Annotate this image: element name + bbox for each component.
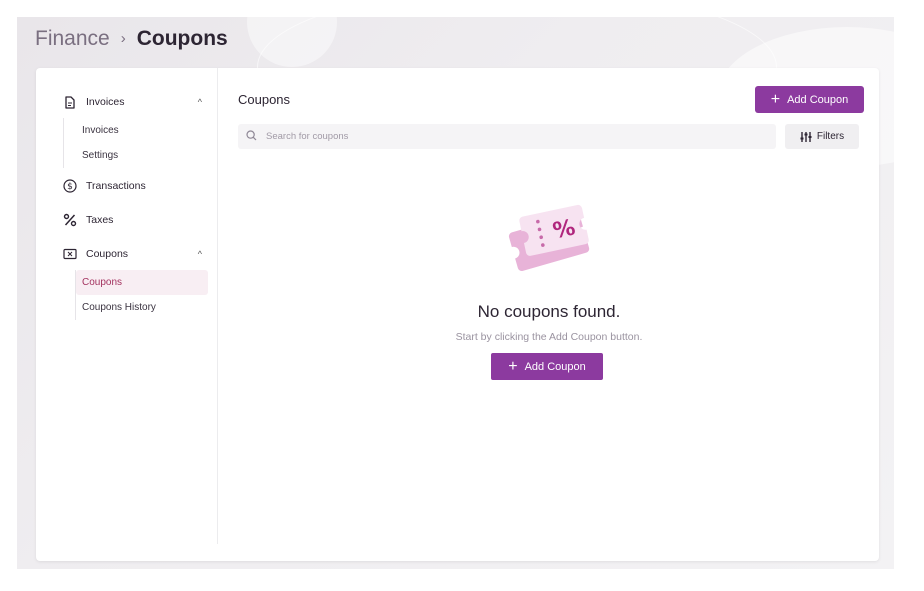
search-input[interactable] bbox=[266, 131, 746, 142]
breadcrumb-parent[interactable]: Finance bbox=[35, 27, 110, 51]
nav-group-invoices: Invoices ^ bbox=[62, 91, 208, 113]
dollar-circle-icon: $ bbox=[62, 178, 78, 194]
svg-text:$: $ bbox=[67, 182, 73, 192]
sidebar-subitem-coupons[interactable]: Coupons bbox=[76, 270, 208, 295]
plus-icon: + bbox=[770, 90, 781, 108]
chevron-up-icon[interactable]: ^ bbox=[198, 97, 202, 107]
section-title: Coupons bbox=[238, 92, 291, 107]
breadcrumb-separator: › bbox=[120, 29, 126, 47]
sidebar-subitem-coupons-history[interactable]: Coupons History bbox=[76, 295, 208, 320]
sidebar-subitem-settings[interactable]: Settings bbox=[64, 143, 206, 168]
sidebar-subitem-invoices[interactable]: Invoices bbox=[64, 118, 206, 143]
sidebar-item-invoices[interactable]: Invoices ^ bbox=[62, 91, 208, 113]
sidebar: Invoices ^ Invoices Settings $ Transacti… bbox=[36, 68, 218, 544]
search-bar[interactable] bbox=[238, 124, 776, 149]
sidebar-item-label: Taxes bbox=[86, 214, 114, 226]
nav-group-transactions: $ Transactions bbox=[62, 175, 208, 197]
sidebar-item-label: Transactions bbox=[86, 180, 146, 192]
breadcrumb: Finance › Coupons bbox=[35, 27, 228, 51]
search-icon bbox=[246, 128, 257, 146]
chevron-up-icon[interactable]: ^ bbox=[198, 249, 202, 259]
add-coupon-empty-button[interactable]: + Add Coupon bbox=[491, 353, 603, 380]
ticket-icon bbox=[62, 246, 78, 262]
add-coupon-button[interactable]: + Add Coupon bbox=[755, 86, 864, 113]
nav-group-taxes: Taxes bbox=[62, 209, 208, 231]
coupon-percent-illustration: % bbox=[504, 196, 596, 279]
empty-state-subtitle: Start by clicking the Add Coupon button. bbox=[455, 331, 643, 343]
page-title: Coupons bbox=[136, 27, 228, 50]
nav-group-coupons: Coupons ^ bbox=[62, 243, 208, 265]
sidebar-item-label: Coupons bbox=[86, 248, 129, 260]
plus-icon: + bbox=[508, 357, 518, 375]
coupons-card: Invoices ^ Invoices Settings $ Transacti… bbox=[36, 68, 879, 561]
filters-label: Filters bbox=[816, 131, 845, 142]
subnav-coupons: Coupons Coupons History bbox=[75, 270, 208, 320]
sidebar-item-taxes[interactable]: Taxes bbox=[62, 209, 208, 231]
percent-icon bbox=[62, 212, 78, 228]
sidebar-item-transactions[interactable]: $ Transactions bbox=[62, 175, 208, 197]
sidebar-item-coupons[interactable]: Coupons ^ bbox=[62, 243, 208, 265]
sidebar-item-label: Invoices bbox=[86, 96, 125, 108]
subnav-invoices: Invoices Settings bbox=[63, 118, 206, 168]
empty-state-title: No coupons found. bbox=[477, 302, 621, 321]
filters-button[interactable]: Filters bbox=[785, 124, 859, 149]
document-icon bbox=[62, 94, 78, 110]
sliders-icon bbox=[800, 131, 812, 143]
add-coupon-label: Add Coupon bbox=[524, 360, 586, 373]
add-coupon-label: Add Coupon bbox=[787, 93, 849, 106]
